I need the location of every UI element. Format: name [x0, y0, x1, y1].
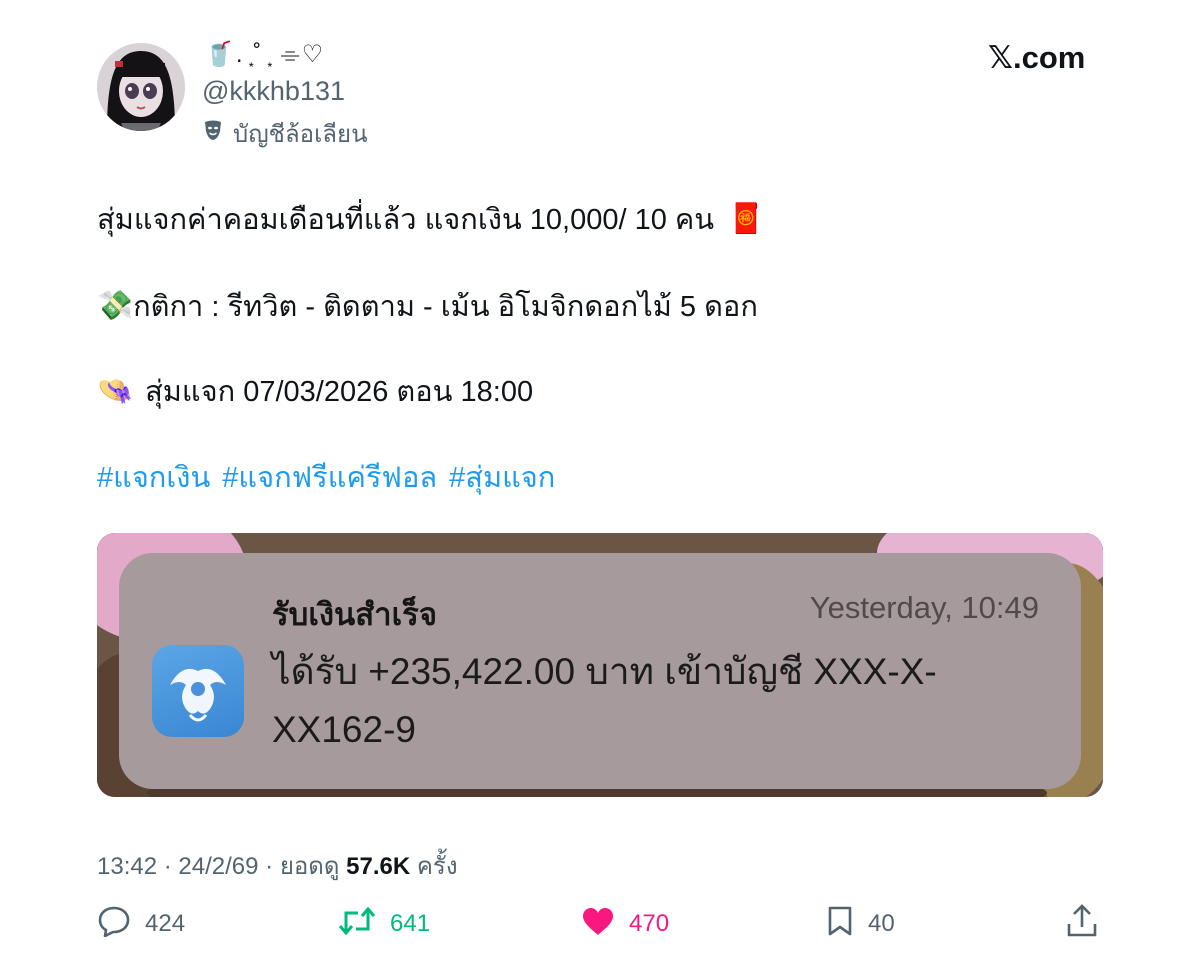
hashtag-list: #แจกเงิน #แจกฟรีแค่รีฟอล #สุ่มแจก — [97, 454, 567, 500]
tweet-meta: 13:42 · 24/2/69 · ยอดดู 57.6K ครั้ง — [97, 853, 458, 880]
tweet-time[interactable]: 13:42 — [97, 853, 157, 880]
share-button[interactable] — [1066, 903, 1098, 945]
hashtag-link[interactable]: #แจกฟรีแค่รีฟอล — [222, 454, 437, 500]
notification-body: ได้รับ +235,422.00 บาท เข้าบัญชี XXX-X-X… — [272, 651, 937, 750]
tweet-date[interactable]: 24/2/69 — [178, 853, 258, 880]
hashtag-link[interactable]: #แจกเงิน — [97, 454, 210, 500]
share-icon — [1066, 903, 1098, 945]
hashtag-link[interactable]: #สุ่มแจก — [449, 454, 555, 500]
notification-card: รับเงินสำเร็จ Yesterday, 10:49 ได้รับ +2… — [119, 553, 1081, 789]
bookmark-icon — [826, 905, 854, 944]
bookmark-button[interactable]: 40 — [826, 906, 895, 942]
retweet-count: 641 — [390, 910, 431, 937]
krungthai-bank-icon — [152, 645, 244, 737]
notification-title: รับเงินสำเร็จ — [272, 597, 437, 632]
avatar[interactable] — [97, 43, 185, 131]
account-type-text: บัญชีล้อเลียน — [233, 121, 368, 148]
tweet-line-1: สุ่มแจกค่าคอมเดือนที่แล้ว แจกเงิน 10,000… — [97, 196, 764, 242]
retweet-button[interactable]: 641 — [338, 906, 430, 942]
user-handle[interactable]: @kkkhb131 — [202, 76, 345, 107]
heart-icon — [581, 906, 615, 943]
x-logo: 𝕏.com — [988, 40, 1086, 75]
tweet-text: สุ่มแจกค่าคอมเดือนที่แล้ว แจกเงิน 10,000… — [97, 204, 715, 236]
red-envelope-icon: 🧧 — [728, 203, 765, 235]
money-wings-icon: 💸 — [97, 290, 134, 322]
like-button[interactable]: 470 — [581, 906, 669, 942]
reply-count: 424 — [145, 910, 186, 937]
reply-icon — [97, 905, 131, 944]
display-name[interactable]: 🥤. ͙˚ ͙ ⌯♡ — [204, 40, 325, 69]
views-label: ยอดดู — [279, 853, 340, 880]
tweet-media-image[interactable]: รับเงินสำเร็จ Yesterday, 10:49 ได้รับ +2… — [97, 533, 1103, 797]
hat-icon: 👒 — [97, 375, 134, 407]
views-suffix: ครั้ง — [416, 853, 458, 880]
reply-button[interactable]: 424 — [97, 906, 185, 942]
tweet-text: กติกา : รีทวิต - ติดตาม - เม้น อิโมจิกดอ… — [133, 291, 758, 323]
retweet-icon — [338, 906, 376, 943]
bookmark-count: 40 — [868, 910, 895, 937]
like-count: 470 — [629, 910, 670, 937]
tweet-line-3: 👒 สุ่มแจก 07/03/2026 ตอน 18:00 — [97, 368, 533, 414]
view-count: 57.6K — [346, 853, 411, 880]
tweet-line-2: 💸 กติกา : รีทวิต - ติดตาม - เม้น อิโมจิก… — [97, 283, 758, 329]
parody-mask-icon — [203, 119, 223, 148]
account-type-label: บัญชีล้อเลียน — [203, 114, 367, 153]
notification-time: Yesterday, 10:49 — [809, 590, 1039, 625]
tweet-text: สุ่มแจก 07/03/2026 ตอน 18:00 — [145, 376, 534, 408]
